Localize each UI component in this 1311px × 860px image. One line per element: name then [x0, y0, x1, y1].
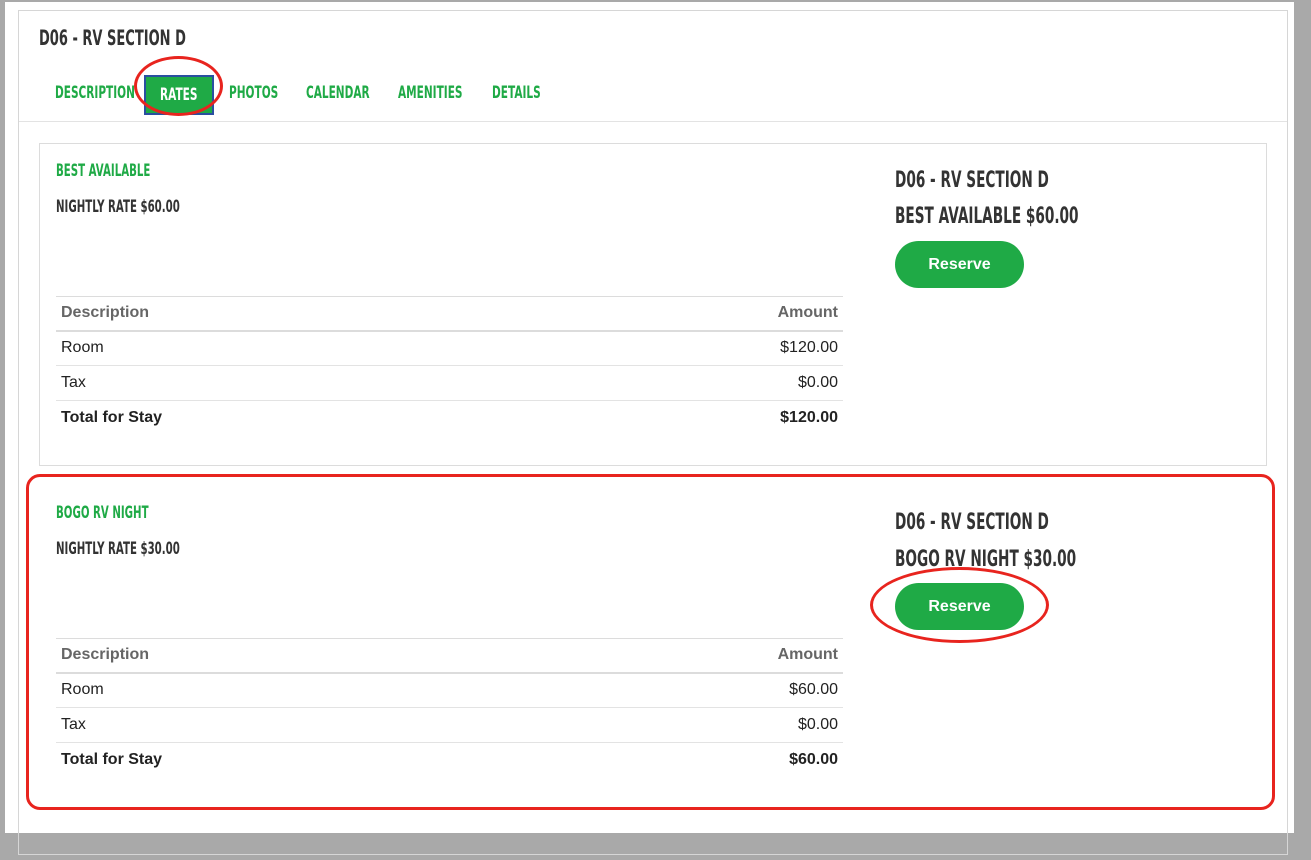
tab-amenities[interactable]: AMENITIES: [398, 75, 502, 115]
row-description: Room: [56, 672, 538, 708]
tab-calendar[interactable]: CALENDAR: [306, 75, 409, 115]
table-row: Room $120.00: [56, 330, 843, 366]
row-amount: $60.00: [789, 751, 838, 769]
column-header-description: Description: [56, 638, 538, 674]
table-row: Tax $0.00: [56, 707, 843, 743]
nightly-rate: NIGHTLY RATE $60.00: [56, 197, 180, 217]
cost-table: Description Amount Room $120.00 Tax $0.0…: [56, 296, 843, 436]
row-description: Room: [56, 330, 538, 366]
column-header-description: Description: [56, 296, 538, 332]
nightly-rate: NIGHTLY RATE $30.00: [56, 539, 180, 559]
reserve-button[interactable]: Reserve: [895, 241, 1024, 288]
table-row-total: Total for Stay $60.00: [56, 743, 843, 778]
page: D06 - RV SECTION D DESCRIPTION RATES PHO…: [5, 2, 1294, 855]
summary-rate: BEST AVAILABLE $60.00: [895, 204, 1079, 229]
rate-card-best-available: BEST AVAILABLE NIGHTLY RATE $60.00 D06 -…: [39, 143, 1267, 466]
rate-title: BOGO RV NIGHT: [56, 503, 149, 523]
row-description: Total for Stay: [61, 751, 163, 769]
table-row: Tax $0.00: [56, 365, 843, 401]
summary-rate: BOGO RV NIGHT $30.00: [895, 547, 1077, 572]
site-panel: D06 - RV SECTION D DESCRIPTION RATES PHO…: [18, 10, 1288, 855]
rate-card-bogo-rv-night: BOGO RV NIGHT NIGHTLY RATE $30.00 D06 - …: [39, 485, 1267, 805]
column-header-amount: Amount: [537, 296, 843, 332]
tab-details[interactable]: DETAILS: [492, 75, 571, 115]
summary-site-name: D06 - RV SECTION D: [895, 510, 1049, 535]
row-amount: $60.00: [537, 672, 843, 708]
tab-photos[interactable]: PHOTOS: [229, 75, 308, 115]
row-amount: $0.00: [537, 707, 843, 743]
row-amount: $120.00: [537, 330, 843, 366]
row-amount: $0.00: [537, 365, 843, 401]
column-header-amount: Amount: [537, 638, 843, 674]
summary-site-name: D06 - RV SECTION D: [895, 168, 1049, 193]
row-description: Tax: [56, 365, 538, 401]
table-row: Room $60.00: [56, 672, 843, 708]
cost-table: Description Amount Room $60.00 Tax $0.00…: [56, 638, 843, 778]
row-amount: $120.00: [780, 409, 838, 427]
table-row-total: Total for Stay $120.00: [56, 401, 843, 436]
reserve-button[interactable]: Reserve: [895, 583, 1024, 630]
site-title: D06 - RV SECTION D: [39, 26, 186, 50]
tab-rates[interactable]: RATES: [144, 75, 214, 115]
tab-bar: DESCRIPTION RATES PHOTOS CALENDAR AMENIT…: [19, 69, 1287, 119]
row-description: Tax: [56, 707, 538, 743]
rate-title: BEST AVAILABLE: [56, 161, 151, 181]
site-header: D06 - RV SECTION D DESCRIPTION RATES PHO…: [19, 11, 1287, 122]
row-description: Total for Stay: [61, 409, 163, 427]
